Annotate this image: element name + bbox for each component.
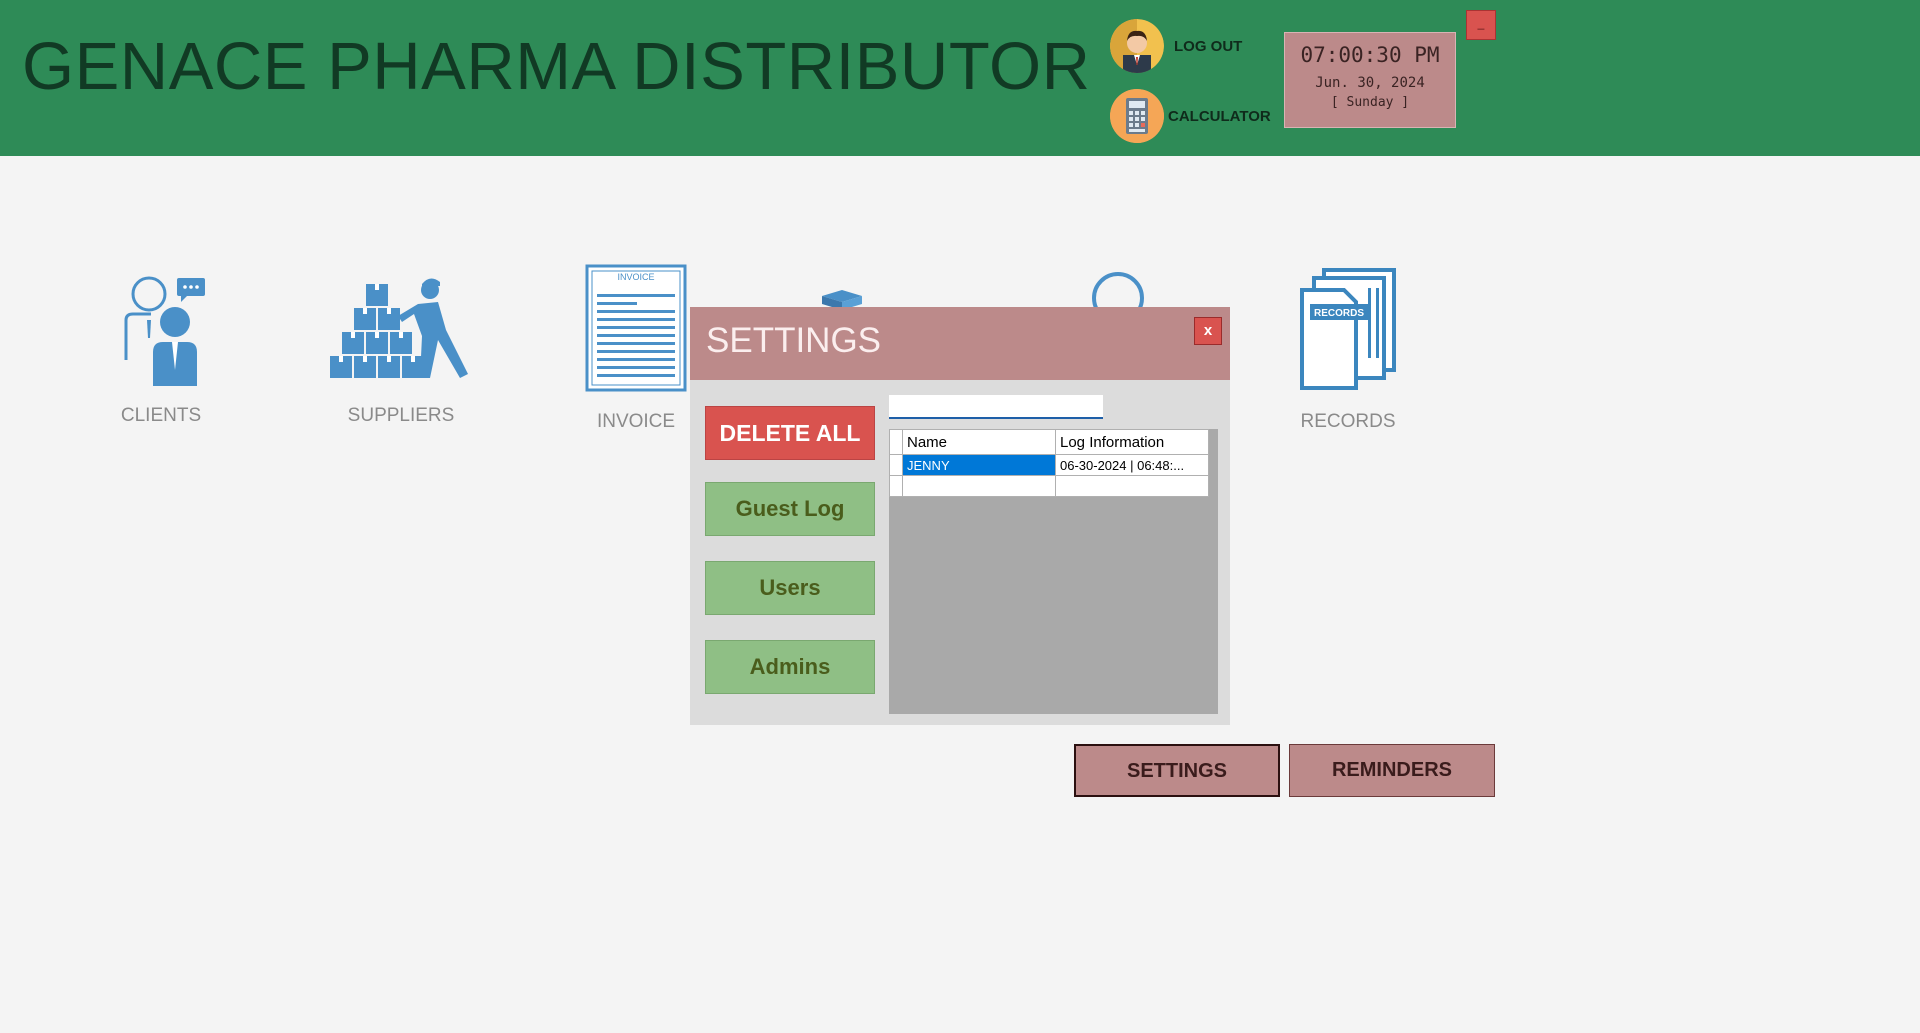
invoice-icon: INVOICE <box>576 264 696 397</box>
cell-log-empty[interactable] <box>1055 475 1209 497</box>
logout-button[interactable]: LOG OUT <box>1110 19 1242 73</box>
calculator-button[interactable]: CALCULATOR <box>1110 89 1271 143</box>
records-icon: RECORDS <box>1284 266 1412 397</box>
app-title: GENACE PHARMA DISTRIBUTOR <box>22 29 1091 104</box>
log-grid[interactable]: Name Log Information JENNY 06-30-2024 | … <box>889 429 1218 714</box>
row-header-cell[interactable] <box>889 454 903 476</box>
cell-name-empty[interactable] <box>902 475 1056 497</box>
clock-date: Jun. 30, 2024 <box>1315 75 1425 91</box>
row-header-cell <box>889 429 903 455</box>
table-row[interactable]: JENNY 06-30-2024 | 06:48:... <box>889 454 1209 476</box>
module-label: RECORDS <box>1300 411 1396 432</box>
users-button[interactable]: Users <box>705 561 875 615</box>
reminders-button[interactable]: REMINDERS <box>1289 744 1495 797</box>
admins-button[interactable]: Admins <box>705 640 875 694</box>
delete-all-button[interactable]: DELETE ALL <box>705 406 875 460</box>
clock-time: 07:00:30 PM <box>1300 43 1440 67</box>
logout-label: LOG OUT <box>1174 37 1243 55</box>
clients-icon <box>100 270 222 391</box>
column-header-name[interactable]: Name <box>902 429 1056 455</box>
module-label: INVOICE <box>596 411 676 432</box>
settings-button[interactable]: SETTINGS <box>1074 744 1280 797</box>
user-avatar-icon <box>1110 19 1164 73</box>
module-invoice[interactable]: INVOICE INVOICE <box>576 264 696 433</box>
module-records[interactable]: RECORDS RECORDS <box>1284 266 1412 433</box>
minimize-button[interactable]: _ <box>1466 10 1496 40</box>
table-row-new[interactable] <box>889 475 1209 497</box>
calculator-label: CALCULATOR <box>1168 107 1271 125</box>
dialog-title: SETTINGS <box>706 321 882 360</box>
module-suppliers[interactable]: SUPPLIERS <box>315 270 487 427</box>
module-clients[interactable]: CLIENTS <box>100 270 222 427</box>
cell-name[interactable]: JENNY <box>902 454 1056 476</box>
records-icon-text: RECORDS <box>1314 308 1364 319</box>
clock-day: [ Sunday ] <box>1330 95 1410 110</box>
search-input[interactable] <box>889 395 1103 419</box>
dialog-header: SETTINGS x <box>690 307 1230 380</box>
row-header-cell[interactable] <box>889 475 903 497</box>
header-bar: GENACE PHARMA DISTRIBUTOR LOG OUT CALCUL… <box>0 0 1920 156</box>
log-table: Name Log Information JENNY 06-30-2024 | … <box>889 429 1209 497</box>
grid-header-row: Name Log Information <box>889 429 1209 455</box>
module-label: SUPPLIERS <box>347 405 455 426</box>
calculator-icon <box>1110 89 1164 143</box>
column-header-log[interactable]: Log Information <box>1055 429 1209 455</box>
dialog-close-button[interactable]: x <box>1194 317 1222 345</box>
clock-panel: 07:00:30 PM Jun. 30, 2024 [ Sunday ] <box>1284 32 1456 128</box>
cell-log[interactable]: 06-30-2024 | 06:48:... <box>1055 454 1209 476</box>
module-label: CLIENTS <box>120 405 202 426</box>
invoice-icon-text: INVOICE <box>617 272 654 282</box>
guest-log-button[interactable]: Guest Log <box>705 482 875 536</box>
settings-dialog: SETTINGS x DELETE ALL Guest Log Users Ad… <box>690 307 1230 725</box>
suppliers-icon <box>315 270 487 391</box>
